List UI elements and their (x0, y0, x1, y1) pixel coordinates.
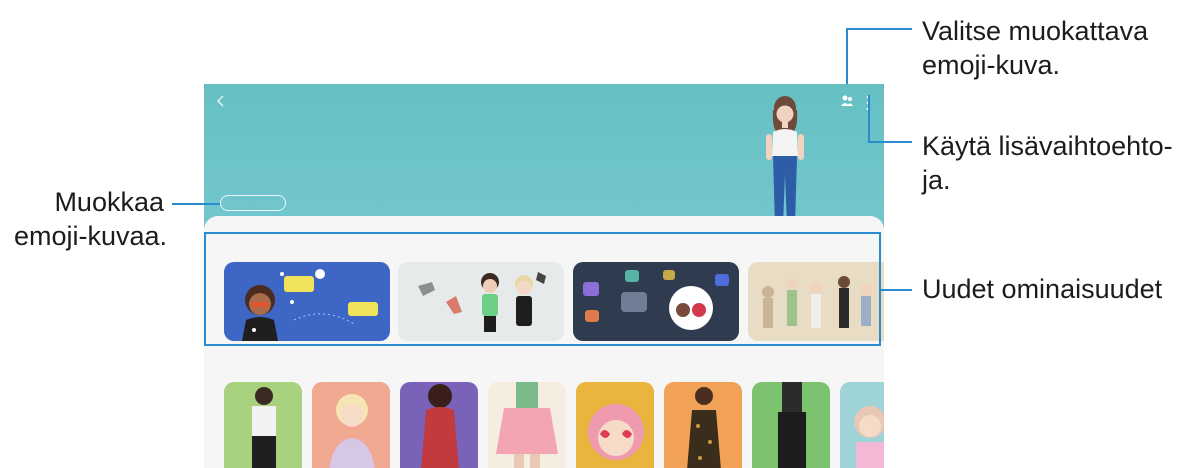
look-card-1[interactable] (224, 382, 302, 468)
look-card-5[interactable] (576, 382, 654, 468)
edit-emoji-button[interactable] (220, 195, 286, 211)
callout-line-right1-vertical (868, 95, 870, 141)
callout-line-top-vertical (846, 28, 848, 84)
callout-line-right1-horizontal (868, 141, 912, 143)
callout-more-options: Käytä lisävaihtoehto- ja. (922, 131, 1173, 195)
callout-select-emoji: Valitse muokattava emoji-kuva. (922, 16, 1149, 80)
look-card-7[interactable] (752, 382, 830, 468)
look-card-6[interactable] (664, 382, 742, 468)
look-card-3[interactable] (400, 382, 478, 468)
back-icon[interactable] (212, 92, 230, 110)
look-card-2[interactable] (312, 382, 390, 468)
callout-line-top-horizontal (846, 28, 912, 30)
callout-edit-emoji: Muokkaa emoji-kuvaa. (14, 187, 168, 251)
callout-new-features: Uudet ominaisuudet (922, 274, 1163, 304)
avatar-select-icon[interactable] (840, 94, 854, 108)
callout-line-left (172, 203, 220, 205)
whats-new-highlight-box (204, 232, 881, 346)
look-card-8[interactable] (840, 382, 884, 468)
callout-line-right2 (881, 289, 912, 291)
look-card-4[interactable] (488, 382, 566, 468)
